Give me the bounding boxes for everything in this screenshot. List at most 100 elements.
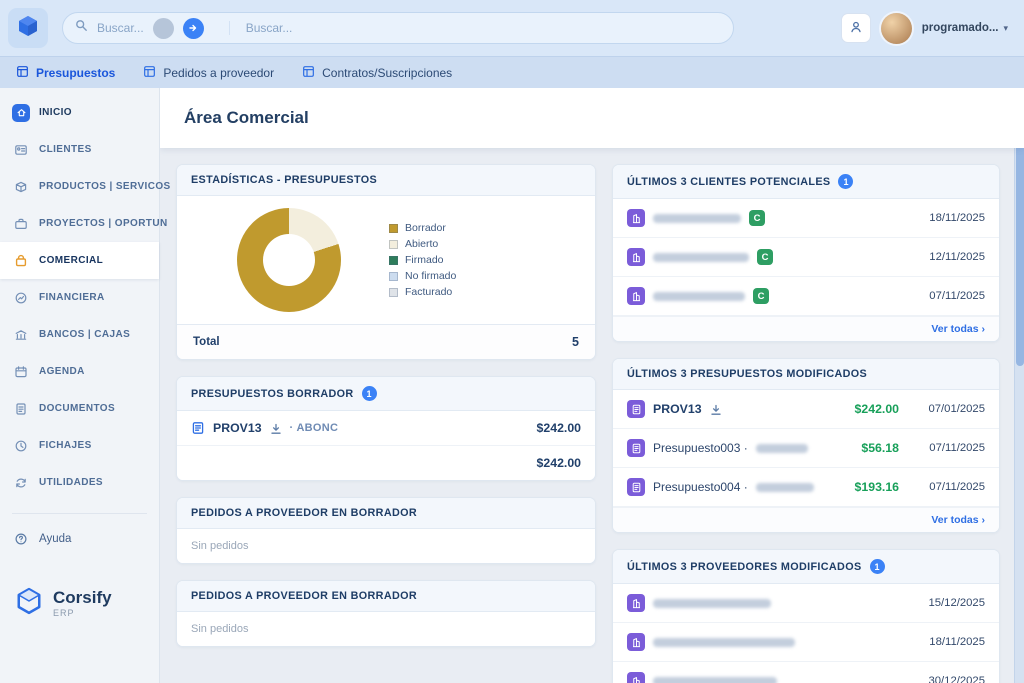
count-badge: 1 — [870, 559, 885, 574]
search-go-button[interactable] — [183, 18, 204, 39]
sidebar-item-documentos[interactable]: DOCUMENTOS — [0, 390, 159, 427]
account-button[interactable] — [841, 13, 871, 43]
right-column: ÚLTIMOS 3 CLIENTES POTENCIALES 1 C 18/11… — [612, 164, 1000, 683]
client-row[interactable]: C 18/11/2025 — [613, 199, 999, 238]
tab-label: Contratos/Suscripciones — [322, 66, 452, 80]
card-header: PEDIDOS A PROVEEDOR EN BORRADOR — [177, 581, 595, 612]
sidebar-item-label: CLIENTES — [39, 144, 92, 155]
legend-item: Borrador — [389, 222, 456, 234]
legend-item: Firmado — [389, 254, 456, 266]
app-body: INICIO CLIENTES PRODUCTOS | SERVICOS PRO… — [0, 88, 1024, 683]
budget-row[interactable]: Presupuesto004 · $193.16 07/11/2025 — [613, 468, 999, 507]
budget-row[interactable]: PROV13 · ABONC $242.00 — [177, 411, 595, 446]
sidebar-item-comercial[interactable]: COMERCIAL — [0, 242, 159, 279]
sidebar-item-label: DOCUMENTOS — [39, 403, 115, 414]
card-title: ÚLTIMOS 3 CLIENTES POTENCIALES — [627, 176, 830, 188]
supplier-row[interactable]: 30/12/2025 — [613, 662, 999, 683]
sidebar-item-inicio[interactable]: INICIO — [0, 94, 159, 131]
client-row[interactable]: C 07/11/2025 — [613, 277, 999, 316]
sidebar-help-label: Ayuda — [39, 533, 71, 545]
sidebar-item-label: INICIO — [39, 107, 72, 118]
card-header: ESTADÍSTICAS - PRESUPUESTOS — [177, 165, 595, 196]
building-icon — [627, 672, 645, 683]
sidebar-item-ayuda[interactable]: Ayuda — [0, 522, 159, 556]
sidebar-item-proyectos-oportunidades[interactable]: PROYECTOS | OPORTUN — [0, 205, 159, 242]
sidebar-item-productos-servicios[interactable]: PRODUCTOS | SERVICOS — [0, 168, 159, 205]
client-row[interactable]: C 12/11/2025 — [613, 238, 999, 277]
legend-swatch — [389, 288, 398, 297]
sidebar-item-utilidades[interactable]: UTILIDADES — [0, 464, 159, 501]
document-edit-icon — [191, 421, 205, 435]
donut-chart-area: Borrador Abierto Firmado No firmado Fact… — [177, 196, 595, 324]
search-placeholder: Buscar... — [97, 21, 144, 35]
page-title: Área Comercial — [184, 108, 309, 128]
sidebar-item-fichajes[interactable]: FICHAJES — [0, 427, 159, 464]
global-search-input[interactable]: Buscar... Buscar... — [62, 12, 734, 44]
budget-row[interactable]: Presupuesto003 · $56.18 07/11/2025 — [613, 429, 999, 468]
legend-label: Facturado — [405, 286, 452, 298]
sidebar-item-label: FICHAJES — [39, 440, 92, 451]
topbar-actions: programado... ▾ — [841, 13, 1008, 44]
legend-swatch — [389, 240, 398, 249]
total-label: Total — [193, 336, 220, 348]
briefcase-icon — [12, 215, 30, 233]
sidebar-item-financiera[interactable]: FINANCIERA — [0, 279, 159, 316]
scrollbar[interactable] — [1014, 88, 1024, 683]
topbar: Buscar... Buscar... programado... ▾ — [0, 0, 1024, 56]
redacted-supplier-name — [653, 638, 795, 647]
app-logo[interactable] — [8, 8, 48, 48]
document-grid-icon — [143, 65, 156, 81]
download-icon[interactable] — [270, 422, 282, 434]
tab-contratos-suscripciones[interactable]: Contratos/Suscripciones — [302, 65, 452, 81]
hexagon-logo-icon — [14, 586, 44, 621]
download-icon[interactable] — [710, 403, 722, 415]
search-scope-button[interactable] — [153, 18, 174, 39]
chart-total-row: Total 5 — [177, 324, 595, 359]
see-all-link[interactable]: Ver todas › — [613, 507, 999, 532]
see-all-link[interactable]: Ver todas › — [613, 316, 999, 341]
budget-amount: $193.16 — [855, 480, 899, 494]
budget-name: Presupuesto004 · — [653, 480, 748, 494]
sidebar-item-label: FINANCIERA — [39, 292, 105, 303]
supplier-row[interactable]: 15/12/2025 — [613, 584, 999, 623]
legend-label: Abierto — [405, 238, 438, 250]
legend-label: No firmado — [405, 270, 456, 282]
budget-code: PROV13 — [213, 421, 262, 435]
redacted-client-name — [653, 214, 741, 223]
sidebar-item-clientes[interactable]: CLIENTES — [0, 131, 159, 168]
building-icon — [627, 287, 645, 305]
clock-icon — [12, 437, 30, 455]
person-icon — [849, 20, 863, 37]
tab-pedidos-a-proveedor[interactable]: Pedidos a proveedor — [143, 65, 274, 81]
sidebar-item-label: PRODUCTOS | SERVICOS — [39, 181, 171, 192]
budget-row[interactable]: PROV13 $242.00 07/01/2025 — [613, 390, 999, 429]
card-header: PEDIDOS A PROVEEDOR EN BORRADOR — [177, 498, 595, 529]
card-clientes-potenciales: ÚLTIMOS 3 CLIENTES POTENCIALES 1 C 18/11… — [612, 164, 1000, 342]
budget-total-row: $242.00 — [177, 446, 595, 480]
legend-label: Firmado — [405, 254, 444, 266]
row-date: 30/12/2025 — [928, 675, 985, 683]
budget-client: · ABONC — [290, 422, 339, 434]
supplier-row[interactable]: 18/11/2025 — [613, 623, 999, 662]
user-menu[interactable]: programado... ▾ — [922, 22, 1008, 34]
sidebar-item-label: UTILIDADES — [39, 477, 103, 488]
row-date: 07/11/2025 — [907, 481, 985, 493]
tab-presupuestos[interactable]: Presupuestos — [16, 65, 115, 81]
donut-chart — [237, 208, 341, 312]
secondary-search-placeholder: Buscar... — [229, 21, 293, 35]
donut-hole — [263, 234, 315, 286]
status-chip: C — [753, 288, 769, 304]
legend-label: Borrador — [405, 222, 446, 234]
card-title: ESTADÍSTICAS - PRESUPUESTOS — [191, 174, 377, 186]
search-icon — [75, 19, 88, 37]
sidebar-item-agenda[interactable]: AGENDA — [0, 353, 159, 390]
sidebar: INICIO CLIENTES PRODUCTOS | SERVICOS PRO… — [0, 88, 160, 683]
sidebar-item-bancos-cajas[interactable]: BANCOS | CAJAS — [0, 316, 159, 353]
finance-chart-icon — [12, 289, 30, 307]
card-proveedores-modificados: ÚLTIMOS 3 PROVEEDORES MODIFICADOS 1 15/1… — [612, 549, 1000, 683]
shopping-bag-icon — [12, 252, 30, 270]
row-date: 15/12/2025 — [928, 597, 985, 609]
redacted-supplier-name — [653, 677, 777, 683]
avatar[interactable] — [881, 13, 912, 44]
bank-icon — [12, 326, 30, 344]
